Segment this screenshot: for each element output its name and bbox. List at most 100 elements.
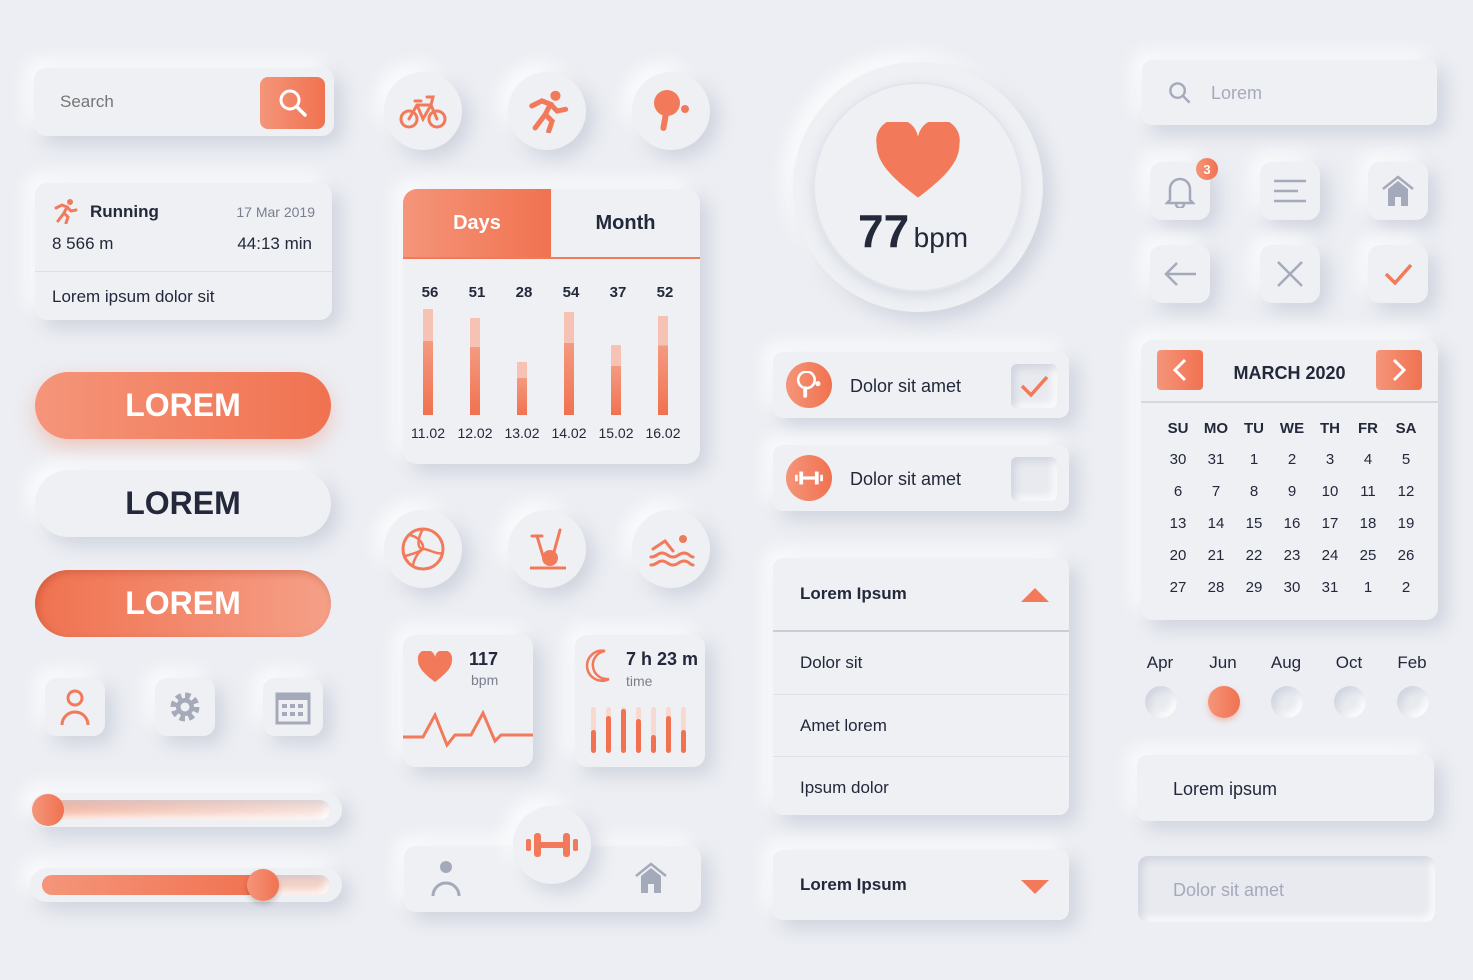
swimming-button[interactable] [632,510,710,588]
checkbox-unchecked[interactable] [1011,457,1057,501]
accordion-item[interactable]: Amet lorem [773,694,1069,756]
calendar-day[interactable]: 7 [1197,475,1235,507]
calendar-day[interactable]: 10 [1311,475,1349,507]
text-input-placeholder[interactable]: Dolor sit amet [1138,856,1435,922]
calendar-day[interactable]: 25 [1349,539,1387,571]
month-radio[interactable] [1334,686,1366,718]
calendar-day[interactable]: 8 [1235,475,1273,507]
calendar-day[interactable]: 31 [1311,571,1349,603]
calendar-day[interactable]: 14 [1197,507,1235,539]
calendar-day[interactable]: 22 [1235,539,1273,571]
month-radio[interactable] [1145,686,1177,718]
calendar-day[interactable]: 31 [1197,443,1235,475]
running-card[interactable]: Running 17 Mar 2019 8 566 m 44:13 min Lo… [35,183,332,320]
calendar-day[interactable]: 23 [1273,539,1311,571]
secondary-button[interactable]: LOREM [35,470,331,537]
notifications-button[interactable]: 3 [1150,158,1218,220]
calendar-day[interactable]: 18 [1349,507,1387,539]
search-icon [279,89,307,117]
calendar-day[interactable]: 13 [1159,507,1197,539]
calendar-button[interactable] [263,678,323,736]
slider-knob[interactable] [32,794,64,826]
heart-rate-dial: 77 bpm [793,62,1043,312]
calendar-day[interactable]: 17 [1311,507,1349,539]
calendar-day[interactable]: 11 [1349,475,1387,507]
calendar-day[interactable]: 5 [1387,443,1425,475]
calendar-day[interactable]: 20 [1159,539,1197,571]
month-label: Oct [1335,653,1363,672]
profile-button[interactable] [45,678,105,736]
heart-rate-card[interactable]: 117 bpm [403,635,533,767]
calendar-day[interactable]: 19 [1387,507,1425,539]
text-input[interactable]: Lorem ipsum [1137,755,1434,821]
calendar-day[interactable]: 3 [1311,443,1349,475]
accordion-item[interactable]: Ipsum dolor [773,756,1069,815]
search-bar-right[interactable]: Lorem [1142,60,1437,125]
sleep-bar [666,707,671,753]
table-tennis-button[interactable] [632,72,710,150]
accordion-header[interactable]: Lorem Ipsum [773,558,1069,632]
calendar-day[interactable]: 21 [1197,539,1235,571]
month-label: Jun [1209,653,1237,672]
calendar-day[interactable]: 2 [1273,443,1311,475]
calendar-day[interactable]: 24 [1311,539,1349,571]
slider-2[interactable] [30,868,342,902]
calendar-day[interactable]: 30 [1159,443,1197,475]
swimming-icon [649,535,695,567]
cycling-button[interactable] [384,72,462,150]
duration: 44:13 min [237,234,312,253]
calendar-day[interactable]: 26 [1387,539,1425,571]
checkbox-row-1[interactable]: Dolor sit amet [773,352,1069,418]
month-radio[interactable] [1208,686,1240,718]
check-icon [1020,375,1049,398]
calendar-day[interactable]: 1 [1349,571,1387,603]
calendar-day[interactable]: 1 [1235,443,1273,475]
close-icon [1277,261,1303,287]
calendar-day[interactable]: 16 [1273,507,1311,539]
calendar-day[interactable]: 28 [1197,571,1235,603]
pressed-button[interactable]: LOREM [35,570,331,637]
tab-days[interactable]: Days [403,189,551,257]
settings-button[interactable] [155,678,215,736]
home-button[interactable] [1368,162,1428,220]
checkbox-label: Dolor sit amet [850,376,962,396]
close-button[interactable] [1260,245,1320,303]
calendar-day[interactable]: 27 [1159,571,1197,603]
calendar-day[interactable]: 12 [1387,475,1425,507]
calendar-day[interactable]: 15 [1235,507,1273,539]
calendar-day[interactable]: 9 [1273,475,1311,507]
sleep-card[interactable]: 7 h 23 m time [575,635,705,767]
weekday-label: WE [1279,419,1305,437]
back-button[interactable] [1150,245,1210,303]
calendar-day[interactable]: 6 [1159,475,1197,507]
user-icon[interactable] [428,858,464,898]
search-button[interactable] [260,77,325,129]
accordion-item[interactable]: Dolor sit [773,632,1069,694]
search-input[interactable] [34,68,254,136]
primary-button[interactable]: LOREM [35,372,331,439]
confirm-button[interactable] [1368,245,1428,303]
calendar-day[interactable]: 4 [1349,443,1387,475]
calendar-day[interactable]: 2 [1387,571,1425,603]
calendar-day[interactable]: 30 [1273,571,1311,603]
slider-knob[interactable] [247,869,279,901]
running-button[interactable] [508,72,586,150]
sleep-bar [636,707,641,753]
checkbox-row-2[interactable]: Dolor sit amet [773,445,1069,511]
month-radio[interactable] [1397,686,1429,718]
menu-button[interactable] [1260,162,1320,220]
checkbox-checked[interactable] [1011,364,1057,408]
home-icon[interactable] [634,862,668,894]
workout-nav-button[interactable] [513,806,591,884]
next-month-button[interactable] [1376,350,1422,390]
tab-month[interactable]: Month [551,189,700,257]
calendar-day[interactable]: 29 [1235,571,1273,603]
volleyball-button[interactable] [384,510,462,588]
dropdown-collapsed[interactable]: Lorem Ipsum [773,850,1069,920]
sleep-value: 7 h 23 m [626,649,699,669]
slider-1[interactable] [30,793,342,827]
moon-icon [585,649,610,682]
exercise-bike-button[interactable] [508,510,586,588]
month-radio[interactable] [1271,686,1303,718]
bar [517,361,527,415]
